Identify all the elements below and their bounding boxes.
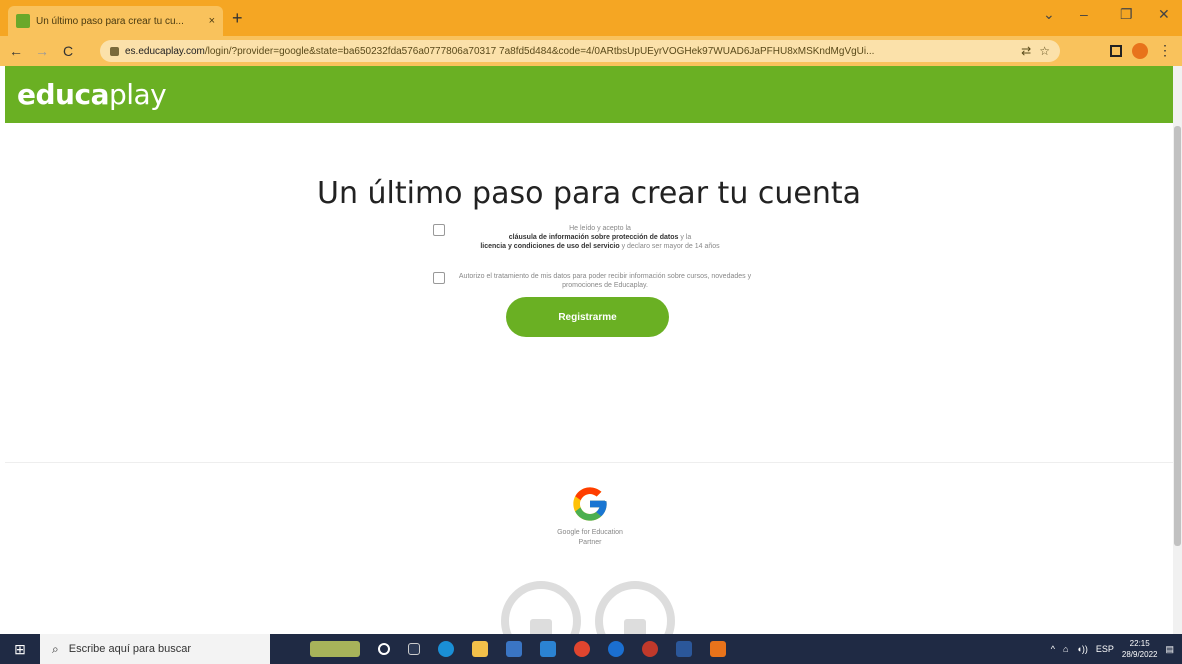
marketing-text: Autorizo el tratamiento de mis datos par… bbox=[458, 273, 752, 289]
task-view-icon[interactable] bbox=[408, 643, 420, 655]
consent-marketing-row: Autorizo el tratamiento de mis datos par… bbox=[433, 272, 755, 290]
chrome-blue-icon[interactable] bbox=[608, 641, 624, 657]
taskbar-search-input[interactable]: ⌕ Escribe aquí para buscar bbox=[40, 634, 270, 664]
forward-arrow-icon[interactable]: → bbox=[32, 43, 52, 59]
maximize-button[interactable]: ❐ bbox=[1120, 6, 1133, 23]
site-header: educaplay bbox=[5, 66, 1173, 123]
network-icon[interactable]: ⌂ bbox=[1063, 644, 1068, 654]
license-link[interactable]: licencia y condiciones de uso del servic… bbox=[480, 243, 619, 250]
browser-toolbar: ← → C es.educaplay.com/login/?provider=g… bbox=[0, 36, 1182, 66]
page-scrollbar[interactable] bbox=[1173, 66, 1182, 634]
tab-search-chevron-icon[interactable]: ⌄ bbox=[1043, 6, 1055, 23]
register-button[interactable]: Registrarme bbox=[506, 297, 669, 337]
translate-icon[interactable]: ⇄ bbox=[1021, 44, 1031, 58]
new-tab-button[interactable]: + bbox=[232, 8, 243, 29]
browser-tabstrip: Un último paso para crear tu cu... × + ⌄… bbox=[0, 0, 1182, 36]
volume-icon[interactable]: ◖)) bbox=[1076, 644, 1087, 654]
windows-taskbar: ⊞ ⌕ Escribe aquí para buscar ^ ⌂ ◖)) ESP… bbox=[0, 634, 1182, 664]
google-partner-text: Google for Education Partner bbox=[557, 529, 623, 546]
chrome-icon[interactable] bbox=[574, 641, 590, 657]
page-title: Un último paso para crear tu cuenta bbox=[316, 176, 861, 211]
tab-grid-icon[interactable] bbox=[1110, 44, 1122, 57]
active-chrome-icon[interactable] bbox=[710, 641, 726, 657]
page-content: educaplay Un último paso para crear tu c… bbox=[5, 66, 1173, 634]
file-explorer-icon[interactable] bbox=[472, 641, 488, 657]
tray-chevron-icon[interactable]: ^ bbox=[1051, 644, 1055, 654]
tab-title: Un último paso para crear tu cu... bbox=[36, 15, 184, 27]
windows-start-icon[interactable]: ⊞ bbox=[0, 634, 40, 664]
store-icon[interactable] bbox=[506, 641, 522, 657]
back-arrow-icon[interactable]: ← bbox=[6, 43, 26, 59]
terms-text: He leído y acepto la cláusula de informa… bbox=[480, 225, 720, 250]
privacy-clause-link[interactable]: cláusula de información sobre protección… bbox=[509, 234, 679, 241]
language-indicator[interactable]: ESP bbox=[1096, 644, 1114, 654]
clock[interactable]: 22:15 28/9/2022 bbox=[1122, 638, 1158, 660]
tab-close-icon[interactable]: × bbox=[209, 15, 215, 27]
media-icon[interactable] bbox=[642, 641, 658, 657]
terms-checkbox[interactable] bbox=[433, 224, 445, 236]
favicon-icon bbox=[16, 14, 30, 28]
url-text: es.educaplay.com/login/?provider=google&… bbox=[125, 45, 875, 57]
address-bar[interactable]: es.educaplay.com/login/?provider=google&… bbox=[100, 40, 1060, 62]
edge-icon[interactable] bbox=[438, 641, 454, 657]
lock-icon bbox=[624, 619, 646, 634]
reload-icon[interactable]: C bbox=[58, 43, 78, 59]
news-widget-icon[interactable] bbox=[310, 641, 360, 657]
google-logo-icon bbox=[573, 487, 607, 521]
bookmark-star-icon[interactable]: ☆ bbox=[1039, 44, 1050, 58]
search-icon: ⌕ bbox=[52, 641, 59, 656]
search-placeholder: Escribe aquí para buscar bbox=[68, 643, 192, 655]
security-badge-2 bbox=[595, 581, 675, 634]
minimize-button[interactable]: – bbox=[1080, 6, 1088, 22]
educaplay-logo[interactable]: educaplay bbox=[17, 78, 167, 111]
close-window-button[interactable]: ✕ bbox=[1158, 6, 1170, 23]
mail-icon[interactable] bbox=[540, 641, 556, 657]
consent-terms-row: He leído y acepto la cláusula de informa… bbox=[433, 224, 735, 251]
browser-menu-icon[interactable]: ⋮ bbox=[1158, 42, 1172, 59]
lock-icon bbox=[110, 46, 119, 56]
word-icon[interactable] bbox=[676, 641, 692, 657]
security-badge-1 bbox=[501, 581, 581, 634]
cortana-icon[interactable] bbox=[378, 643, 390, 655]
notifications-icon[interactable]: ▤ bbox=[1165, 644, 1174, 655]
lock-icon bbox=[530, 619, 552, 634]
profile-avatar[interactable] bbox=[1132, 42, 1148, 59]
scrollbar-thumb[interactable] bbox=[1174, 126, 1181, 546]
section-divider bbox=[5, 462, 1173, 463]
browser-tab[interactable]: Un último paso para crear tu cu... × bbox=[8, 6, 223, 36]
marketing-checkbox[interactable] bbox=[433, 272, 445, 284]
